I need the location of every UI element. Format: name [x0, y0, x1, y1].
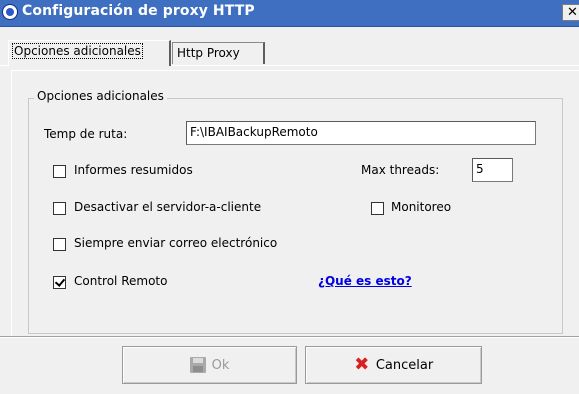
ok-button[interactable]: Ok: [122, 346, 297, 384]
temp-ruta-label: Temp de ruta:: [44, 127, 128, 141]
floppy-disk-icon: [189, 357, 206, 373]
monitoreo-label: Monitoreo: [391, 200, 452, 214]
checkbox-informes-resumidos[interactable]: [53, 165, 66, 178]
checkbox-monitoreo[interactable]: [371, 202, 384, 215]
close-button[interactable]: ✕: [562, 4, 579, 21]
max-threads-label: Max threads:: [361, 163, 440, 177]
group-title: Opciones adicionales: [34, 89, 167, 103]
tab-strip: Opciones adicionales Http Proxy: [0, 27, 579, 71]
siempre-enviar-correo-label: Siempre enviar correo electrónico: [74, 236, 278, 250]
tab-label: Http Proxy: [177, 46, 240, 60]
tab-opciones-adicionales[interactable]: Opciones adicionales: [8, 40, 171, 66]
window-title: Configuración de proxy HTTP: [22, 3, 255, 19]
cancel-button[interactable]: ✖ Cancelar: [305, 346, 482, 384]
desactivar-servidor-label: Desactivar el servidor-a-cliente: [74, 200, 262, 214]
checkbox-siempre-enviar-correo[interactable]: [53, 238, 66, 251]
ok-button-label: Ok: [211, 357, 230, 373]
tab-label: Opciones adicionales: [12, 43, 143, 59]
checkbox-desactivar-servidor[interactable]: [53, 202, 66, 215]
temp-ruta-input[interactable]: F:\IBAIBackupRemoto: [186, 121, 536, 145]
dialog-client-area: Opciones adicionales Http Proxy Opciones…: [0, 27, 579, 394]
informes-resumidos-label: Informes resumidos: [74, 163, 193, 177]
button-bar-separator: [0, 336, 579, 338]
app-icon: [2, 4, 18, 20]
control-remoto-label: Control Remoto: [74, 274, 168, 288]
cancel-button-label: Cancelar: [375, 357, 434, 373]
checkbox-control-remoto[interactable]: [53, 276, 66, 289]
tab-http-proxy[interactable]: Http Proxy: [172, 42, 265, 64]
red-x-icon: ✖: [354, 354, 370, 375]
que-es-esto-link[interactable]: ¿Qué es esto?: [318, 274, 412, 288]
window-titlebar[interactable]: Configuración de proxy HTTP ✕: [0, 0, 579, 27]
max-threads-input[interactable]: 5: [472, 158, 513, 182]
